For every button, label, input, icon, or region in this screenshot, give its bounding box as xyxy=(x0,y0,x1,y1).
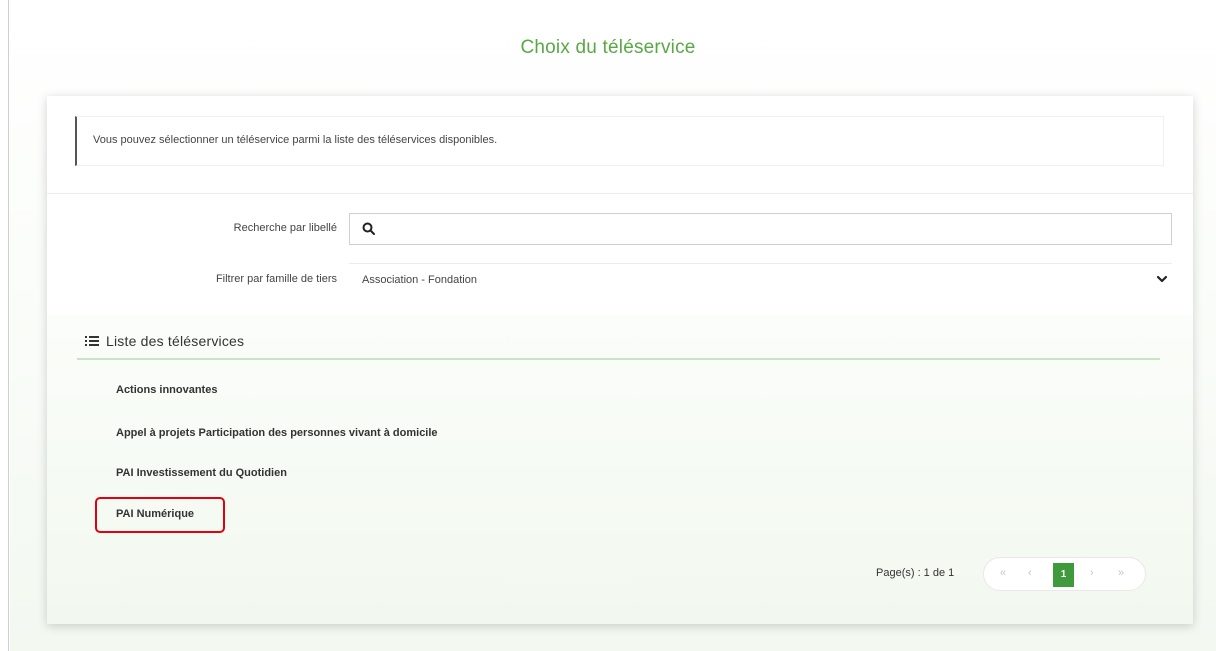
search-label: Recherche par libellé xyxy=(233,222,337,234)
info-message: Vous pouvez sélectionner un téléservice … xyxy=(75,116,1164,166)
highlight-annotation xyxy=(95,497,225,533)
list-title: Liste des téléservices xyxy=(106,333,245,349)
page-info: Page(s) : 1 de 1 xyxy=(876,567,955,579)
prev-page-button[interactable]: ‹ xyxy=(1028,567,1032,579)
search-icon xyxy=(362,222,375,235)
info-text: Vous pouvez sélectionner un téléservice … xyxy=(93,134,498,146)
list-icon xyxy=(85,336,99,346)
teleservice-card: Vous pouvez sélectionner un téléservice … xyxy=(47,96,1193,624)
first-page-button[interactable]: « xyxy=(1000,567,1006,579)
list-title-underline xyxy=(77,358,1160,360)
chevron-down-icon xyxy=(1156,275,1168,283)
next-page-button[interactable]: › xyxy=(1090,567,1094,579)
family-select-value: Association - Fondation xyxy=(362,274,477,286)
list-item-actions-innovantes[interactable]: Actions innovantes xyxy=(116,384,217,396)
pagination: « ‹ 1 › » xyxy=(983,557,1146,591)
family-label: Filtrer par famille de tiers xyxy=(215,273,337,285)
last-page-button[interactable]: » xyxy=(1118,567,1124,579)
search-input[interactable] xyxy=(349,213,1172,245)
list-item-appel-a-projets[interactable]: Appel à projets Participation des person… xyxy=(116,427,438,439)
form-separator xyxy=(47,193,1193,194)
left-border xyxy=(8,0,9,651)
list-item-pai-investissement[interactable]: PAI Investissement du Quotidien xyxy=(116,467,287,479)
page-1-button[interactable]: 1 xyxy=(1053,563,1074,587)
family-select[interactable]: Association - Fondation xyxy=(349,263,1172,295)
list-header: Liste des téléservices xyxy=(85,332,1160,358)
page-title: Choix du téléservice xyxy=(520,37,696,58)
